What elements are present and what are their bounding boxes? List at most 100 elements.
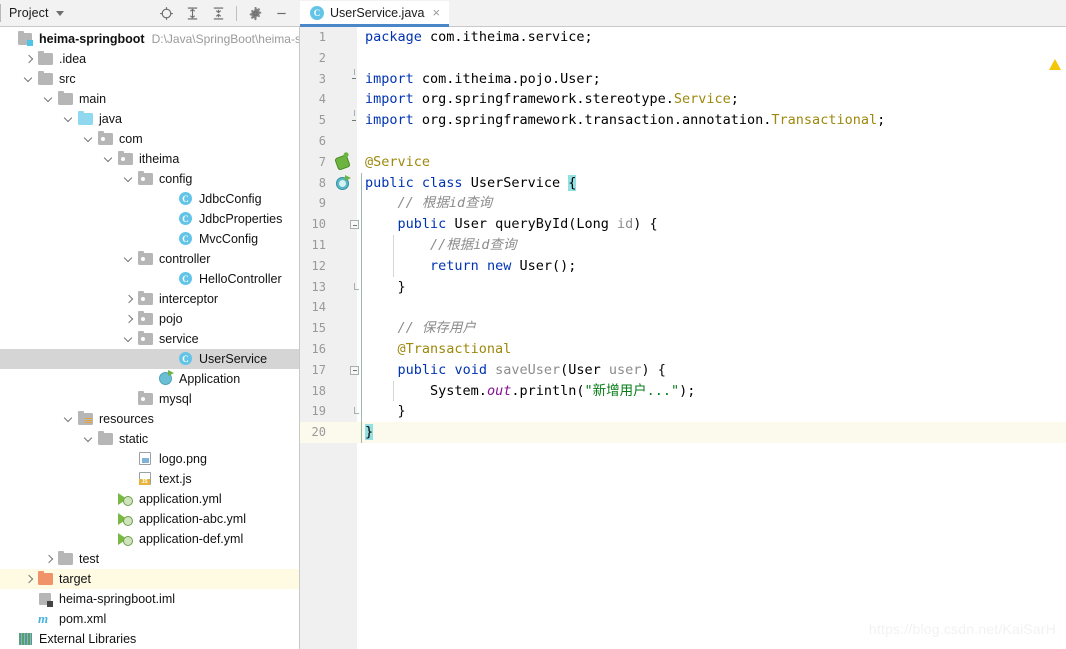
code-line[interactable]: System.out.println("新增用户...");: [357, 381, 1066, 402]
tree-node-userservice[interactable]: C UserService: [0, 349, 299, 369]
gutter-row[interactable]: 11: [300, 235, 357, 256]
code-line[interactable]: public void saveUser(User user) {: [357, 360, 1066, 381]
gutter-row[interactable]: 9: [300, 193, 357, 214]
chevron-down-icon[interactable]: [124, 334, 135, 345]
chevron-down-icon[interactable]: [104, 154, 115, 165]
chevron-down-icon[interactable]: [84, 434, 95, 445]
tree-node-jdbcconfig[interactable]: C JdbcConfig: [0, 189, 299, 209]
tree-node-jdbcproperties[interactable]: C JdbcProperties: [0, 209, 299, 229]
gutter-row[interactable]: 2: [300, 48, 357, 69]
close-icon[interactable]: ×: [430, 6, 440, 19]
tree-node-interceptor[interactable]: interceptor: [0, 289, 299, 309]
tree-node-mvcconfig[interactable]: C MvcConfig: [0, 229, 299, 249]
gutter-row[interactable]: 3: [300, 68, 357, 90]
code-line[interactable]: // 根据id查询: [357, 193, 1066, 214]
tree-node-com[interactable]: com: [0, 129, 299, 149]
tree-node-test[interactable]: test: [0, 549, 299, 569]
code-line[interactable]: @Transactional: [357, 339, 1066, 360]
gutter-row[interactable]: 8: [300, 173, 357, 194]
code-line[interactable]: package com.itheima.service;: [357, 27, 1066, 48]
project-tree[interactable]: heima-springboot D:\Java\SpringBoot\heima…: [0, 27, 300, 649]
gutter-row[interactable]: 4: [300, 89, 357, 110]
code-line[interactable]: import com.itheima.pojo.User;: [357, 69, 1066, 90]
tree-node-itheima[interactable]: itheima: [0, 149, 299, 169]
tree-node-hellocontroller[interactable]: C HelloController: [0, 269, 299, 289]
code-line[interactable]: [357, 48, 1066, 69]
gutter-row[interactable]: 19: [300, 401, 359, 422]
code-line[interactable]: [357, 297, 1066, 318]
tree-node-pom-xml[interactable]: m pom.xml: [0, 609, 299, 629]
tree-node-config[interactable]: config: [0, 169, 299, 189]
code-line[interactable]: public class UserService {: [357, 173, 1066, 194]
tree-node-pojo[interactable]: pojo: [0, 309, 299, 329]
tree-node-controller[interactable]: controller: [0, 249, 299, 269]
gutter-row[interactable]: 15: [300, 318, 357, 339]
code-line[interactable]: }: [357, 401, 1066, 422]
code-line[interactable]: return new User();: [357, 256, 1066, 277]
chevron-down-icon[interactable]: [124, 254, 135, 265]
code-line[interactable]: //根据id查询: [357, 235, 1066, 256]
project-panel-title[interactable]: Project: [9, 6, 49, 20]
tree-node-logo-png[interactable]: logo.png: [0, 449, 299, 469]
locate-icon[interactable]: [153, 2, 179, 24]
tree-node-service[interactable]: service: [0, 329, 299, 349]
code-line[interactable]: import org.springframework.stereotype.Se…: [357, 89, 1066, 110]
code-editor[interactable]: 1 2 3 4 5 6 7 8 9 10 11 12 13 14 15 16 17 18 19 20 package …: [300, 27, 1066, 649]
hide-panel-icon[interactable]: [268, 2, 294, 24]
tree-node-mysql[interactable]: mysql: [0, 389, 299, 409]
gutter-row[interactable]: 5: [300, 110, 357, 131]
code-line[interactable]: @Service: [357, 152, 1066, 173]
tree-node-main[interactable]: main: [0, 89, 299, 109]
chevron-down-icon[interactable]: [24, 74, 35, 85]
gutter-row[interactable]: 1: [300, 27, 357, 48]
expand-all-icon[interactable]: [179, 2, 205, 24]
tree-node-text-js[interactable]: text.js: [0, 469, 299, 489]
spring-bean-gutter-icon[interactable]: [334, 153, 351, 171]
gutter-row[interactable]: 6: [300, 131, 357, 152]
chevron-down-icon[interactable]: [64, 114, 75, 125]
gutter-row[interactable]: 18: [300, 381, 357, 402]
chevron-right-icon[interactable]: [24, 574, 35, 585]
tree-node-src[interactable]: src: [0, 69, 299, 89]
chevron-down-icon[interactable]: [55, 10, 64, 16]
tree-node-heima-springboot-iml[interactable]: heima-springboot.iml: [0, 589, 299, 609]
gutter-row[interactable]: 13: [300, 277, 359, 298]
tree-node-application-yml[interactable]: application.yml: [0, 489, 299, 509]
tree-node-external-libraries[interactable]: External Libraries: [0, 629, 299, 649]
tree-node-application-abc-yml[interactable]: application-abc.yml: [0, 509, 299, 529]
chevron-down-icon[interactable]: [64, 414, 75, 425]
chevron-right-icon[interactable]: [24, 54, 35, 65]
code-line[interactable]: }: [357, 277, 1066, 298]
chevron-right-icon[interactable]: [124, 294, 135, 305]
tree-node-static[interactable]: static: [0, 429, 299, 449]
spring-bean-class-gutter-icon[interactable]: [336, 174, 351, 191]
gutter-row[interactable]: 7: [300, 152, 357, 173]
code-line[interactable]: [357, 131, 1066, 152]
tree-node-java[interactable]: java: [0, 109, 299, 129]
tree-node-target[interactable]: target: [0, 569, 299, 589]
gear-icon[interactable]: [242, 2, 268, 24]
chevron-right-icon[interactable]: [124, 314, 135, 325]
chevron-down-icon[interactable]: [44, 94, 55, 105]
tree-node-heima-springboot[interactable]: heima-springboot D:\Java\SpringBoot\heima…: [0, 29, 299, 49]
tree-node-resources[interactable]: resources: [0, 409, 299, 429]
code-line[interactable]: public User queryById(Long id) {: [357, 214, 1066, 235]
tree-node-application-def-yml[interactable]: application-def.yml: [0, 529, 299, 549]
tab-userservice-java[interactable]: C UserService.java ×: [300, 1, 450, 27]
tree-node-idea[interactable]: .idea: [0, 49, 299, 69]
tree-node-application[interactable]: Application: [0, 369, 299, 389]
editor-gutter[interactable]: 1 2 3 4 5 6 7 8 9 10 11 12 13 14 15 16 17 18 19 20: [300, 27, 359, 649]
editor-code-column[interactable]: package com.itheima.service; import com.i…: [357, 27, 1066, 649]
gutter-row[interactable]: 16: [300, 339, 357, 360]
chevron-right-icon[interactable]: [44, 554, 55, 565]
editor-scrollbar[interactable]: [1054, 27, 1066, 649]
gutter-row[interactable]: 10: [300, 214, 359, 235]
chevron-down-icon[interactable]: [124, 174, 135, 185]
collapse-all-icon[interactable]: [205, 2, 231, 24]
gutter-row[interactable]: 17: [300, 360, 359, 381]
gutter-row[interactable]: 14: [300, 297, 357, 318]
code-line[interactable]: }: [357, 422, 1066, 443]
chevron-down-icon[interactable]: [84, 134, 95, 145]
code-line[interactable]: // 保存用户: [357, 318, 1066, 339]
gutter-row[interactable]: 20: [300, 422, 357, 443]
